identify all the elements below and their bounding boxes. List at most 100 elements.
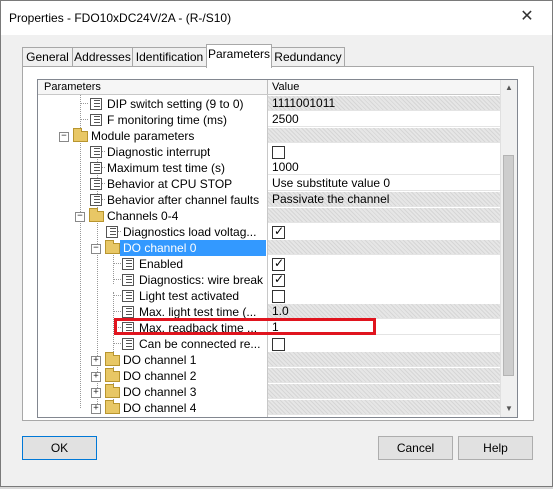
close-icon[interactable]: ✕ (507, 4, 547, 30)
row-do-channel-0[interactable]: − DO channel 0 (38, 240, 500, 256)
vertical-scrollbar[interactable]: ▲ ▼ (500, 80, 517, 417)
row-label: DO channel 3 (123, 385, 197, 399)
row-label: Diagnostics load voltag... (123, 225, 257, 239)
parameter-icon (122, 258, 134, 270)
row-label: Diagnostic interrupt (107, 145, 211, 159)
row-can-be-connected[interactable]: Can be connected re... (38, 336, 500, 352)
parameter-icon (90, 162, 102, 174)
row-do-channel-4[interactable]: + DO channel 4 (38, 400, 500, 416)
row-value (268, 368, 500, 383)
row-label: Module parameters (91, 129, 195, 143)
row-value (268, 128, 500, 143)
tab-general[interactable]: General (22, 47, 73, 67)
row-behavior-channel-faults[interactable]: Behavior after channel faults Passivate … (38, 192, 500, 208)
scroll-down-icon[interactable]: ▼ (501, 401, 517, 417)
row-label: Maximum test time (s) (107, 161, 226, 175)
row-diagnostics-load-voltage[interactable]: Diagnostics load voltag... (38, 224, 500, 240)
collapse-icon[interactable]: − (75, 212, 85, 222)
scrollbar-thumb[interactable] (503, 155, 514, 376)
row-value: Passivate the channel (268, 192, 500, 207)
scroll-up-icon[interactable]: ▲ (501, 80, 517, 96)
checkbox[interactable] (272, 290, 285, 303)
grid-header: Parameters Value (38, 80, 500, 95)
folder-icon (105, 400, 120, 414)
folder-icon (105, 368, 120, 382)
row-maximum-test-time[interactable]: Maximum test time (s) 1000 (38, 160, 500, 176)
column-header-value[interactable]: Value (272, 80, 299, 94)
row-enabled[interactable]: Enabled (38, 256, 500, 272)
folder-open-icon (73, 128, 88, 142)
row-do-channel-3[interactable]: + DO channel 3 (38, 384, 500, 400)
help-button[interactable]: Help (458, 436, 533, 460)
title-bar[interactable]: Properties - FDO10xDC24V/2A - (R-/S10) ✕ (1, 1, 552, 35)
parameter-icon (90, 114, 102, 126)
expand-icon[interactable]: + (91, 404, 101, 414)
row-value (268, 352, 500, 367)
row-label: Behavior at CPU STOP (107, 177, 233, 191)
row-value (268, 400, 500, 415)
row-f-monitoring-time[interactable]: F monitoring time (ms) 2500 (38, 112, 500, 128)
column-header-parameters[interactable]: Parameters (44, 80, 101, 94)
row-value (268, 208, 500, 223)
row-value-input[interactable]: 1000 (268, 160, 500, 175)
folder-icon (105, 384, 120, 398)
collapse-icon[interactable]: − (59, 132, 69, 142)
checkbox[interactable] (272, 256, 285, 271)
tab-redundancy[interactable]: Redundancy (271, 47, 345, 67)
parameter-icon (90, 194, 102, 206)
tab-identification[interactable]: Identification (132, 47, 207, 67)
row-label: DO channel 1 (123, 353, 197, 367)
row-value: 1111001011 (268, 96, 500, 111)
cancel-button[interactable]: Cancel (378, 436, 453, 460)
row-value-input[interactable]: 2500 (268, 112, 500, 127)
expand-icon[interactable]: + (91, 356, 101, 366)
collapse-icon[interactable]: − (91, 244, 101, 254)
checkbox[interactable] (272, 224, 285, 239)
row-module-parameters[interactable]: − Module parameters (38, 128, 500, 144)
tab-addresses[interactable]: Addresses (72, 47, 133, 67)
window-title: Properties - FDO10xDC24V/2A - (R-/S10) (9, 11, 232, 25)
row-label: DO channel 4 (123, 401, 197, 415)
parameter-icon (122, 290, 134, 302)
parameter-icon (90, 98, 102, 110)
row-dip-switch[interactable]: DIP switch setting (9 to 0) 1111001011 (38, 96, 500, 112)
checkbox[interactable] (272, 272, 285, 287)
row-do-channel-2[interactable]: + DO channel 2 (38, 368, 500, 384)
row-label: Behavior after channel faults (107, 193, 260, 207)
parameter-icon (106, 226, 118, 238)
parameter-icon (122, 274, 134, 286)
parameter-icon (122, 306, 134, 318)
folder-icon (105, 352, 120, 366)
parameter-icon (90, 146, 102, 158)
row-label: Channels 0-4 (107, 209, 179, 223)
row-label: DIP switch setting (9 to 0) (107, 97, 244, 111)
row-label: DO channel 2 (123, 369, 197, 383)
row-value-select[interactable]: Use substitute value 0 (268, 176, 500, 191)
row-label: Light test activated (139, 289, 240, 303)
row-label: DO channel 0 (120, 240, 266, 256)
row-light-test-activated[interactable]: Light test activated (38, 288, 500, 304)
row-value (268, 384, 500, 399)
folder-open-icon (89, 208, 104, 222)
row-label: Enabled (139, 257, 184, 271)
expand-icon[interactable]: + (91, 372, 101, 382)
checkbox[interactable] (272, 338, 285, 351)
parameter-icon (90, 178, 102, 190)
expand-icon[interactable]: + (91, 388, 101, 398)
tab-parameters[interactable]: Parameters (206, 44, 272, 68)
row-do-channel-1[interactable]: + DO channel 1 (38, 352, 500, 368)
checkbox[interactable] (272, 146, 285, 159)
highlight-box (114, 318, 376, 335)
row-label: Diagnostics: wire break (139, 273, 264, 287)
row-channels-0-4[interactable]: − Channels 0-4 (38, 208, 500, 224)
row-value: 1.0 (268, 304, 500, 319)
row-behavior-cpu-stop[interactable]: Behavior at CPU STOP Use substitute valu… (38, 176, 500, 192)
parameter-icon (122, 338, 134, 350)
row-diagnostic-interrupt[interactable]: Diagnostic interrupt (38, 144, 500, 160)
folder-open-icon (105, 240, 120, 254)
row-diagnostics-wire-break[interactable]: Diagnostics: wire break (38, 272, 500, 288)
row-label: F monitoring time (ms) (107, 113, 228, 127)
row-label: Can be connected re... (139, 337, 261, 351)
ok-button[interactable]: OK (22, 436, 97, 460)
properties-dialog: Properties - FDO10xDC24V/2A - (R-/S10) ✕… (0, 0, 553, 487)
